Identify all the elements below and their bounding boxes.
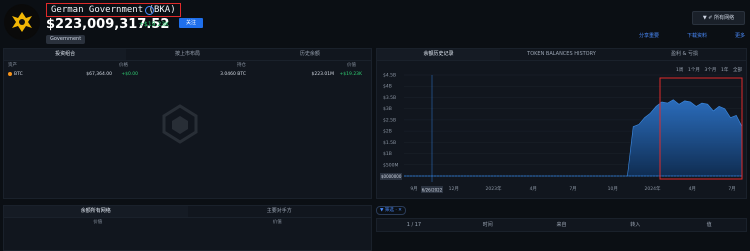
tab-token-balances-history[interactable]: TOKEN BALANCES HISTORY	[500, 49, 623, 60]
transactions-header: 1 / 17 时间 来自 转入 值	[376, 218, 747, 232]
tab-history[interactable]: 历史余额	[249, 49, 371, 60]
col-value[interactable]: 值	[672, 219, 746, 231]
balances-columns: 价值 价值	[4, 218, 371, 227]
top-links: 分享重要 下载资料 更多	[639, 32, 745, 40]
range-3m[interactable]: 3个月	[705, 67, 717, 73]
tab-counterparties[interactable]: 主要对手方	[188, 206, 372, 217]
asset-cell: BTC	[8, 70, 52, 79]
portfolio-row[interactable]: BTC $67,364.00 +$0.00 3.0460 BTC $223.01…	[4, 70, 371, 79]
balances-tabs: 余额所有网络 主要对手方	[4, 206, 371, 218]
tab-listing[interactable]: 按上市布局	[126, 49, 248, 60]
more-link[interactable]: 更多	[735, 32, 745, 40]
tab-portfolio[interactable]: 投资组合	[4, 49, 127, 60]
eagle-icon	[5, 5, 39, 39]
value-cell: $223.01M	[311, 72, 335, 77]
asset-symbol: BTC	[14, 72, 23, 77]
portfolio-delta: +$19.23K	[139, 21, 169, 28]
btc-icon	[8, 71, 12, 76]
value-change-cell: +$19.23K	[339, 72, 362, 77]
range-1w[interactable]: 1周	[676, 67, 683, 73]
portfolio-tabs: 投资组合 按上市布局 历史余额	[4, 49, 371, 61]
entity-avatar	[4, 4, 40, 40]
tab-balance-history[interactable]: 余额历史记录	[377, 49, 500, 60]
price-change-cell: +$0.00	[121, 72, 138, 77]
entity-name[interactable]: German Government (BKA)	[46, 3, 181, 17]
price-cell: $67,364.00	[86, 72, 112, 77]
col-to[interactable]: 转入	[598, 219, 672, 231]
col-value-a: 价值	[93, 220, 103, 225]
range-buttons: 1周 1个月 3个月 1年 全部	[676, 67, 742, 73]
col-price: 价格	[119, 63, 128, 68]
range-1m[interactable]: 1个月	[688, 67, 700, 73]
arkham-watermark-icon	[162, 104, 198, 144]
col-value: 价值	[347, 63, 356, 68]
chart-tabs: 余额历史记录 TOKEN BALANCES HISTORY 盈利 & 亏损	[377, 49, 746, 61]
range-all[interactable]: 全部	[733, 67, 742, 73]
range-1y[interactable]: 1年	[721, 67, 728, 73]
share-link[interactable]: 分享重要	[639, 32, 659, 40]
col-holding: 持仓	[237, 63, 246, 68]
col-value-b: 价值	[272, 220, 282, 225]
entity-tag[interactable]: Government	[46, 35, 86, 44]
tab-pnl[interactable]: 盈利 & 亏损	[623, 49, 746, 60]
holding-cell: 3.0460 BTC	[220, 72, 246, 77]
network-filter-button[interactable]: ▼ ✐ 所有网络	[692, 11, 745, 25]
col-time[interactable]: 时间	[451, 219, 525, 231]
follow-button[interactable]: 关注	[179, 18, 203, 28]
verified-icon	[145, 6, 154, 15]
col-pages[interactable]: 1 / 17	[377, 219, 451, 231]
col-from[interactable]: 来自	[525, 219, 599, 231]
download-link[interactable]: 下载资料	[687, 32, 707, 40]
transactions-toolbar: ▼ 筛选 · ✕	[376, 205, 745, 215]
entity-header: German Government (BKA) $223,009,317.52 …	[0, 0, 750, 46]
tab-all-networks[interactable]: 余额所有网络	[4, 206, 188, 217]
col-asset: 资产	[8, 63, 17, 68]
balances-panel: 余额所有网络 主要对手方 价值 价值	[3, 205, 372, 251]
portfolio-columns: 资产 价格 持仓 价值	[4, 61, 371, 70]
filter-button[interactable]: ▼ 筛选 · ✕	[376, 205, 406, 215]
